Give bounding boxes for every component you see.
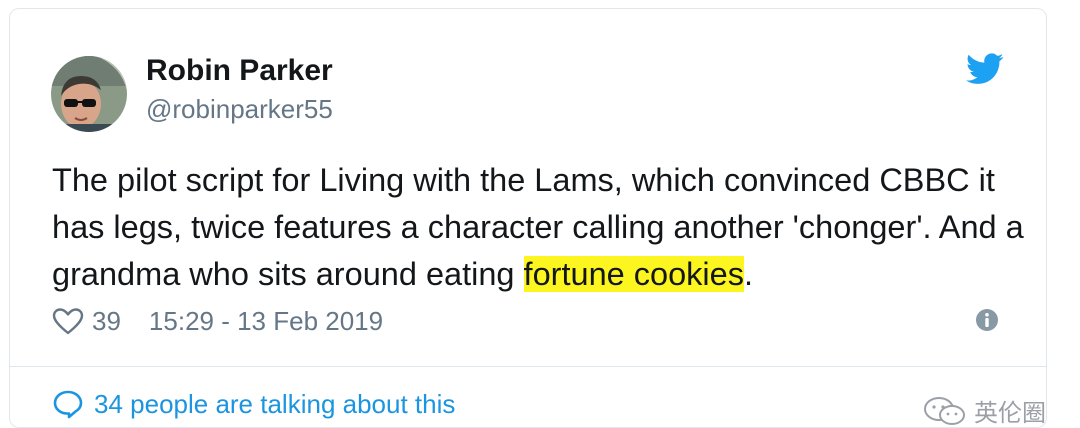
speech-bubble-icon bbox=[53, 390, 83, 419]
author-handle[interactable]: @robinparker55 bbox=[146, 93, 333, 125]
watermark-text: 英伦圈 bbox=[974, 399, 1046, 427]
avatar[interactable] bbox=[51, 56, 127, 132]
avatar-photo bbox=[51, 56, 127, 132]
tweet-card[interactable]: Robin Parker @robinparker55 The pilot sc… bbox=[9, 8, 1047, 428]
like-count[interactable]: 39 bbox=[92, 306, 121, 337]
tweet-text-end: . bbox=[743, 256, 753, 292]
info-icon[interactable] bbox=[975, 308, 999, 332]
timestamp[interactable]: 15:29 - 13 Feb 2019 bbox=[149, 306, 383, 337]
tweet-text: The pilot script for Living with the Lam… bbox=[52, 157, 1042, 298]
talking-label[interactable]: 34 people are talking about this bbox=[94, 387, 455, 421]
author-name[interactable]: Robin Parker bbox=[146, 53, 333, 89]
talking-link[interactable]: 34 people are talking about this bbox=[52, 387, 455, 421]
highlighted-text: fortune cookies bbox=[523, 256, 744, 292]
tweet-meta: 39 15:29 - 13 Feb 2019 bbox=[52, 301, 383, 341]
wechat-icon bbox=[924, 396, 965, 425]
watermark: 英伦圈 bbox=[922, 393, 1046, 428]
twitter-bird-icon[interactable] bbox=[966, 53, 1004, 85]
divider bbox=[10, 366, 1046, 367]
heart-icon[interactable] bbox=[52, 307, 84, 335]
